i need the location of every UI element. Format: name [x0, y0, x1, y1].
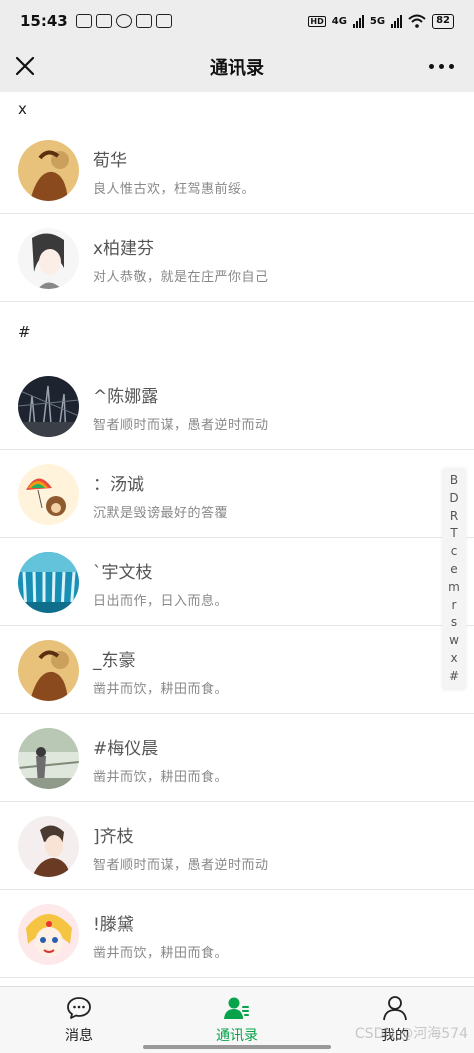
index-letter[interactable]: w [449, 632, 459, 650]
contact-row[interactable]: #梅仪晨 凿井而饮，耕田而食。 [0, 714, 474, 802]
status-time: 15:43 [20, 12, 68, 30]
contact-row[interactable]: ：汤诚 沉默是毁谤最好的答覆 [0, 450, 474, 538]
index-letter[interactable]: s [451, 614, 457, 632]
index-letter[interactable]: R [450, 508, 458, 526]
watermark: CSDN @河海574 [354, 1026, 468, 1042]
index-letter[interactable]: r [452, 597, 457, 615]
more-icon[interactable] [429, 64, 454, 69]
index-letter[interactable]: e [450, 561, 457, 579]
contacts-icon [224, 997, 249, 1019]
app-notification-icon [155, 14, 172, 28]
index-letter[interactable]: m [448, 579, 460, 597]
battery-icon: 82 [432, 13, 454, 29]
contact-signature: 凿井而饮，耕田而食。 [93, 946, 229, 961]
avatar [18, 816, 79, 877]
contact-row[interactable]: 荀华 良人惟古欢，枉驾惠前绥。 [0, 126, 474, 214]
contact-row[interactable]: ]齐枝 智者顺时而谋，愚者逆时而动 [0, 802, 474, 890]
tab-bar: 消息 通讯录 我的 CSDN @河海574 [0, 986, 474, 1053]
message-icon [67, 997, 91, 1019]
header: 通讯录 [0, 42, 474, 92]
contact-row[interactable]: ^陈娜露 智者顺时而谋，愚者逆时而动 [0, 362, 474, 450]
status-right: HD 4G 5G 82 [308, 13, 454, 29]
index-letter[interactable]: c [451, 543, 458, 561]
notification-icons [75, 14, 172, 28]
app-notification-icon [135, 14, 152, 28]
qq-icon [115, 14, 132, 28]
contact-signature: 凿井而饮，耕田而食。 [93, 770, 229, 785]
contact-signature: 良人惟古欢，枉驾惠前绥。 [93, 182, 256, 197]
signal-icon [391, 14, 403, 28]
index-letter[interactable]: T [450, 525, 457, 543]
contact-row[interactable]: !滕黛 凿井而饮，耕田而食。 [0, 890, 474, 978]
home-indicator[interactable] [143, 1045, 331, 1049]
contact-signature: 智者顺时而谋，愚者逆时而动 [93, 418, 269, 433]
contact-row[interactable]: x柏建芬 对人恭敬，就是在庄严你自己 [0, 214, 474, 302]
avatar [18, 640, 79, 701]
contact-signature: 日出而作，日入而息。 [93, 594, 229, 609]
alphabet-index-bar[interactable]: B D R Tc e m r s w x # [442, 468, 466, 690]
network-label-5g: 5G [369, 15, 386, 27]
avatar [18, 728, 79, 789]
contact-name: x柏建芬 [93, 239, 155, 259]
status-bar: 15:43 HD 4G 5G 82 [0, 0, 474, 42]
contact-signature: 凿井而饮，耕田而食。 [93, 682, 229, 697]
section-header: x [18, 100, 27, 118]
avatar [18, 228, 79, 289]
section-header: # [18, 323, 31, 341]
avatar [18, 904, 79, 965]
avatar [18, 464, 79, 525]
index-letter[interactable]: x [450, 650, 457, 668]
contact-name: 荀华 [93, 151, 127, 171]
signal-icon [352, 14, 364, 28]
contact-name: #梅仪晨 [93, 739, 159, 759]
contact-name: !滕黛 [93, 915, 134, 935]
contact-signature: 对人恭敬，就是在庄严你自己 [93, 270, 269, 285]
tab-contacts[interactable]: 通讯录 [158, 987, 316, 1053]
avatar [18, 140, 79, 201]
contact-row[interactable]: _东豪 凿井而饮，耕田而食。 [0, 626, 474, 714]
profile-icon [383, 996, 407, 1021]
contact-name: ：汤诚 [93, 475, 144, 495]
page-title: 通讯录 [210, 58, 264, 79]
contact-name: _东豪 [93, 651, 136, 671]
index-letter[interactable]: B [450, 472, 458, 490]
contact-signature: 沉默是毁谤最好的答覆 [93, 506, 229, 521]
contact-name: `宇文枝 [93, 563, 153, 583]
tab-messages[interactable]: 消息 [0, 987, 158, 1053]
tab-label: 消息 [65, 1028, 93, 1044]
network-label-4g: 4G [331, 15, 347, 27]
avatar [18, 376, 79, 437]
wifi-icon [408, 14, 426, 28]
index-letter[interactable]: # [449, 668, 459, 686]
contact-name: ]齐枝 [93, 827, 134, 847]
hd-icon: HD [308, 15, 326, 27]
index-letter[interactable]: D [449, 490, 458, 508]
app-notification-icon [75, 14, 92, 28]
contact-list[interactable]: x 荀华 良人惟古欢，枉驾惠前绥。 x柏建芬 对人恭敬，就是在庄严你自己 # ^… [0, 92, 474, 986]
avatar [18, 552, 79, 613]
contact-name: ^陈娜露 [93, 387, 159, 407]
contact-signature: 智者顺时而谋，愚者逆时而动 [93, 858, 269, 873]
tab-profile[interactable]: 我的 [316, 987, 474, 1053]
mail-icon [95, 14, 112, 28]
contact-row[interactable]: `宇文枝 日出而作，日入而息。 [0, 538, 474, 626]
tab-label: 通讯录 [216, 1028, 258, 1044]
